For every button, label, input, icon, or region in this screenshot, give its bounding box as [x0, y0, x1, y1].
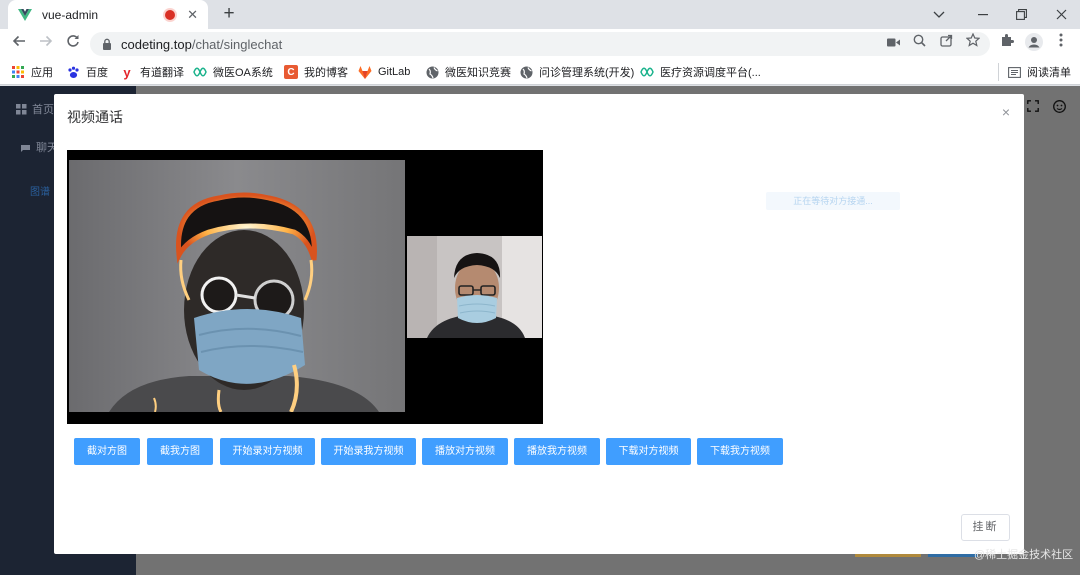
remote-video-frame: [69, 160, 405, 412]
background-button-edge: [928, 554, 978, 557]
blog-c-icon: C: [284, 65, 298, 79]
video-area: [67, 150, 543, 424]
bookmark-label: 我的博客: [304, 67, 348, 79]
globe-icon: [519, 65, 533, 79]
capture-local-button[interactable]: 截我方图: [147, 438, 213, 465]
bookmark-weiyi-quiz[interactable]: 微医知识竞赛: [425, 63, 511, 81]
record-remote-button[interactable]: 开始录对方视频: [220, 438, 315, 465]
sidebar-item-label: 首页: [32, 104, 54, 116]
bookmark-label: 应用: [31, 67, 53, 79]
tab-search-chevron-icon[interactable]: [920, 0, 958, 29]
star-bookmark-icon[interactable]: [963, 32, 983, 53]
record-local-button[interactable]: 开始录我方视频: [321, 438, 416, 465]
dialog-close-icon[interactable]: ×: [1002, 104, 1010, 120]
call-status-message: 正在等待对方接通...: [766, 192, 900, 210]
fullscreen-icon[interactable]: [1025, 100, 1041, 116]
window-close-icon[interactable]: [1042, 0, 1080, 29]
bookmark-label: 有道翻译: [140, 67, 184, 79]
tab-close-icon[interactable]: ✕: [187, 7, 198, 23]
bookmark-label: 微医知识竞赛: [445, 67, 511, 79]
watermark: @稀土掘金技术社区: [974, 549, 1074, 561]
grid-icon: [16, 103, 27, 114]
url-host: codeting.top: [121, 36, 192, 52]
background-button-edge: [855, 554, 921, 557]
browser-menu-icon[interactable]: [1051, 33, 1071, 53]
reading-list-label: 阅读清单: [1027, 67, 1071, 79]
weiyi-icon: [193, 65, 207, 79]
reload-icon[interactable]: [62, 34, 84, 54]
profile-avatar-icon[interactable]: [1024, 33, 1044, 53]
bookmark-label: 微医OA系统: [213, 67, 273, 79]
bookmark-blog[interactable]: C 我的博客: [284, 63, 348, 81]
back-arrow-icon[interactable]: [8, 34, 30, 54]
reading-list-icon: [1007, 65, 1021, 79]
weiyi-icon: [640, 65, 654, 79]
dialog-title: 视频通话: [67, 109, 123, 125]
tab-strip: vue-admin ✕ +: [0, 0, 1080, 29]
url-path: /chat/singlechat: [191, 36, 283, 52]
tab-title: vue-admin: [42, 7, 99, 22]
sidebar-item-graph[interactable]: 图谱: [30, 183, 50, 198]
baidu-paw-icon: [66, 65, 80, 79]
bookmark-label: 问诊管理系统(开发): [539, 67, 635, 79]
bookmark-medical-dispatch[interactable]: 医疗资源调度平台(...: [640, 63, 761, 81]
lock-icon: [103, 38, 111, 50]
download-remote-button[interactable]: 下载对方视频: [606, 438, 691, 465]
address-bar[interactable]: codeting.top/chat/singlechat: [90, 32, 990, 56]
recording-indicator-icon: [165, 9, 176, 20]
camera-icon[interactable]: [883, 33, 903, 53]
sidebar-item-home[interactable]: 首页: [16, 101, 54, 117]
hangup-button[interactable]: 挂断: [961, 514, 1010, 541]
bookmark-youdao[interactable]: y 有道翻译: [120, 63, 184, 81]
bookmark-apps[interactable]: 应用: [11, 63, 53, 81]
sidebar-item-chat[interactable]: 聊天: [20, 139, 58, 155]
sidebar-item-label: 图谱: [30, 187, 50, 198]
video-call-dialog: 视频通话 × 正在等待对方接通... 截对方图 截我方图 开始录对方视频 开始录…: [54, 94, 1024, 554]
user-avatar-icon[interactable]: [1051, 100, 1067, 116]
play-local-button[interactable]: 播放我方视频: [514, 438, 600, 465]
new-tab-button[interactable]: +: [218, 3, 240, 25]
bookmark-consult-system[interactable]: 问诊管理系统(开发): [519, 63, 634, 81]
forward-arrow-icon[interactable]: [35, 34, 57, 54]
bookmark-baidu[interactable]: 百度: [66, 63, 108, 81]
vue-logo-icon: [18, 8, 32, 21]
bookmark-label: 百度: [86, 67, 108, 79]
bookmark-gitlab[interactable]: GitLab: [358, 63, 410, 81]
minimize-icon[interactable]: [964, 0, 1002, 29]
restore-icon[interactable]: [1002, 0, 1040, 29]
apps-grid-icon: [11, 65, 25, 79]
remote-video[interactable]: [69, 160, 405, 412]
chat-icon: [21, 144, 30, 152]
share-icon[interactable]: [936, 33, 956, 53]
bookmarks-bar: 应用 百度 y 有道翻译 微医OA系统 C 我的博客 GitLab 微医知识竞赛: [0, 59, 1080, 85]
youdao-icon: y: [123, 64, 131, 80]
bookmark-label: 医疗资源调度平台(...: [660, 67, 761, 79]
gitlab-icon: [358, 65, 372, 79]
bookmark-label: GitLab: [378, 66, 411, 78]
local-video-frame: [407, 236, 542, 338]
reading-list[interactable]: 阅读清单: [998, 63, 1071, 81]
extensions-puzzle-icon[interactable]: [997, 33, 1017, 53]
zoom-icon[interactable]: [909, 33, 929, 53]
capture-remote-button[interactable]: 截对方图: [74, 438, 140, 465]
download-local-button[interactable]: 下载我方视频: [697, 438, 783, 465]
globe-icon: [425, 65, 439, 79]
browser-tab[interactable]: vue-admin ✕: [8, 0, 208, 29]
bookmark-weiyi-oa[interactable]: 微医OA系统: [193, 63, 273, 81]
play-remote-button[interactable]: 播放对方视频: [422, 438, 508, 465]
local-video[interactable]: [407, 236, 542, 338]
